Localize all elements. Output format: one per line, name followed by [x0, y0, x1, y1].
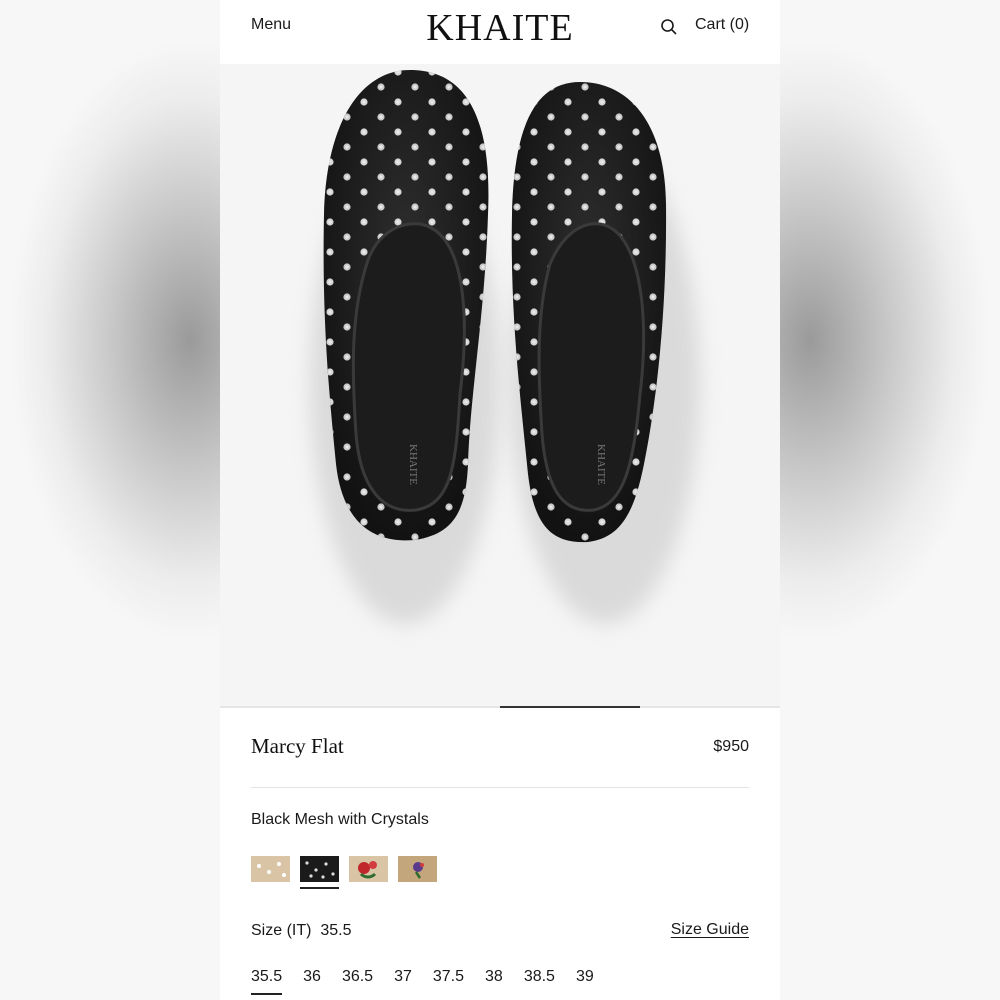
color-swatches	[251, 856, 437, 890]
swatch-nude-crystal-image	[251, 856, 290, 882]
svg-text:KHAITE: KHAITE	[407, 444, 419, 485]
product-price: $950	[713, 738, 749, 755]
size-option[interactable]: 36.5	[342, 968, 373, 986]
swatch-nude-rose-image	[349, 856, 388, 882]
size-option[interactable]: 37	[394, 968, 412, 986]
size-option[interactable]: 38.5	[524, 968, 555, 986]
size-option[interactable]: 39	[576, 968, 594, 986]
size-option[interactable]: 38	[485, 968, 503, 986]
shoe-illustration: KHAITE KHAITE	[310, 70, 700, 624]
carousel-indicator	[500, 706, 640, 708]
swatch-nude-crystal[interactable]	[251, 856, 290, 882]
product-name: Marcy Flat	[251, 734, 344, 758]
backdrop-right	[780, 0, 1000, 1000]
swatch-black-crystal-image	[300, 856, 339, 882]
size-options: 35.5 36 36.5 37 37.5 38 38.5 39	[251, 968, 615, 995]
size-label: Size (IT) 35.5	[251, 922, 351, 940]
mobile-page: Menu KHAITE Cart (0) KHAITE KHAITE Marcy…	[220, 0, 780, 1000]
size-option[interactable]: 37.5	[433, 968, 464, 986]
backdrop-left	[0, 0, 220, 1000]
product-image[interactable]: KHAITE KHAITE	[220, 64, 780, 706]
divider	[251, 787, 749, 788]
svg-text:KHAITE: KHAITE	[595, 444, 607, 485]
size-guide-link[interactable]: Size Guide	[671, 921, 749, 939]
cart-button[interactable]: Cart (0)	[695, 16, 749, 34]
site-header: Menu KHAITE Cart (0)	[220, 0, 780, 64]
size-option[interactable]: 36	[303, 968, 321, 986]
color-name: Black Mesh with Crystals	[251, 811, 429, 828]
swatch-nude-rose[interactable]	[349, 856, 388, 882]
swatch-black-crystal[interactable]	[300, 856, 339, 889]
size-system-label: Size (IT)	[251, 922, 312, 939]
swatch-tan-violet[interactable]	[398, 856, 437, 882]
carousel-track[interactable]	[220, 706, 780, 708]
selected-size-value: 35.5	[320, 922, 352, 939]
size-option[interactable]: 35.5	[251, 968, 283, 995]
search-icon[interactable]	[660, 18, 678, 36]
swatch-tan-violet-image	[398, 856, 437, 882]
